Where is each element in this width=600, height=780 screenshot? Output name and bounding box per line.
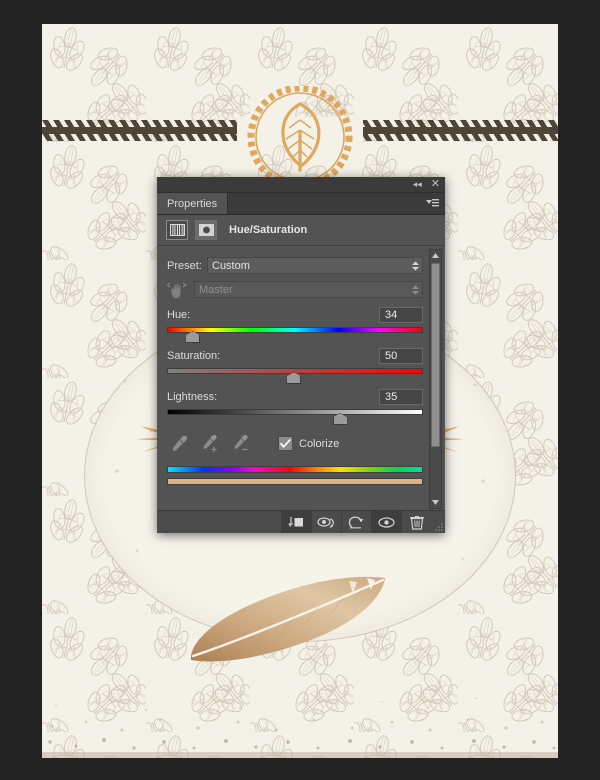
delete-button[interactable] xyxy=(401,511,431,533)
panel-tab-strip[interactable]: Properties xyxy=(157,193,445,215)
hue-value-field[interactable]: 34 xyxy=(379,307,423,323)
lightness-track[interactable] xyxy=(167,408,423,425)
panel-title: Hue/Saturation xyxy=(229,224,308,236)
clip-to-layer-button[interactable] xyxy=(281,511,311,533)
panel-titlebar[interactable]: ◂◂ ✕ xyxy=(157,177,445,193)
result-color-bar xyxy=(167,478,423,485)
tab-properties-label: Properties xyxy=(167,197,218,210)
panel-scrollbar[interactable] xyxy=(429,249,442,509)
hand-adjust-icon[interactable] xyxy=(167,281,189,299)
lightness-label: Lightness: xyxy=(167,391,218,403)
saturation-value-field[interactable]: 50 xyxy=(379,348,423,364)
preset-row: Preset: Custom xyxy=(157,255,445,276)
eyedropper-row: Colorize xyxy=(157,423,445,452)
leaf-emblem xyxy=(247,86,353,188)
colorize-checkbox[interactable]: Colorize xyxy=(278,436,339,451)
reset-button[interactable] xyxy=(341,511,371,533)
channel-value: Master xyxy=(199,283,233,296)
eyedropper-minus-icon[interactable] xyxy=(233,435,250,452)
close-icon[interactable]: ✕ xyxy=(431,179,440,190)
check-icon xyxy=(280,439,291,448)
colorize-label: Colorize xyxy=(299,437,340,450)
lightness-slider-group: Lightness: 35 xyxy=(157,389,445,425)
preset-value: Custom xyxy=(212,259,250,272)
preset-dropdown[interactable]: Custom xyxy=(207,257,423,274)
saturation-label: Saturation: xyxy=(167,350,221,362)
saturation-track[interactable] xyxy=(167,367,423,384)
eyedropper-plus-icon[interactable] xyxy=(202,435,219,452)
eyedropper-icon[interactable] xyxy=(171,435,188,452)
scroll-up-arrow[interactable] xyxy=(430,250,441,261)
scroll-down-arrow[interactable] xyxy=(430,497,441,508)
speckle-band xyxy=(42,694,558,758)
panel-menu-icon[interactable] xyxy=(426,198,439,209)
panel-resize-grip[interactable] xyxy=(431,511,445,533)
hue-slider-group: Hue: 34 xyxy=(157,307,445,343)
panel-footer xyxy=(157,510,445,533)
tab-properties[interactable]: Properties xyxy=(157,193,229,214)
panel-body: Preset: Custom Master Hue: 34 Saturation… xyxy=(157,246,445,512)
panel-header: Hue/Saturation xyxy=(157,215,445,246)
color-bars xyxy=(157,452,445,485)
feather-illustration xyxy=(190,576,385,662)
channel-dropdown[interactable]: Master xyxy=(194,281,423,298)
hue-track[interactable] xyxy=(167,326,423,343)
preset-stepper-icon[interactable] xyxy=(412,261,419,270)
channel-row: Master xyxy=(157,279,445,300)
hue-saturation-icon[interactable] xyxy=(166,220,188,240)
preset-label: Preset: xyxy=(167,259,202,272)
scrollbar-thumb[interactable] xyxy=(431,263,440,447)
spectrum-bar xyxy=(167,466,423,473)
layer-mask-icon[interactable] xyxy=(195,220,217,240)
screenshot-stage: ◂◂ ✕ Properties Hue/Saturation Preset: C… xyxy=(0,0,600,780)
properties-panel[interactable]: ◂◂ ✕ Properties Hue/Saturation Preset: C… xyxy=(157,177,445,533)
hue-gradient xyxy=(167,327,423,333)
collapse-icon[interactable]: ◂◂ xyxy=(413,180,422,189)
saturation-slider-group: Saturation: 50 xyxy=(157,348,445,384)
colorize-checkbox-box[interactable] xyxy=(278,436,293,451)
channel-stepper-icon[interactable] xyxy=(412,285,419,294)
toggle-visibility-button[interactable] xyxy=(371,511,401,533)
hue-label: Hue: xyxy=(167,309,191,321)
toggle-previous-state-button[interactable] xyxy=(311,511,341,533)
lightness-gradient xyxy=(167,409,423,415)
lightness-value-field[interactable]: 35 xyxy=(379,389,423,405)
